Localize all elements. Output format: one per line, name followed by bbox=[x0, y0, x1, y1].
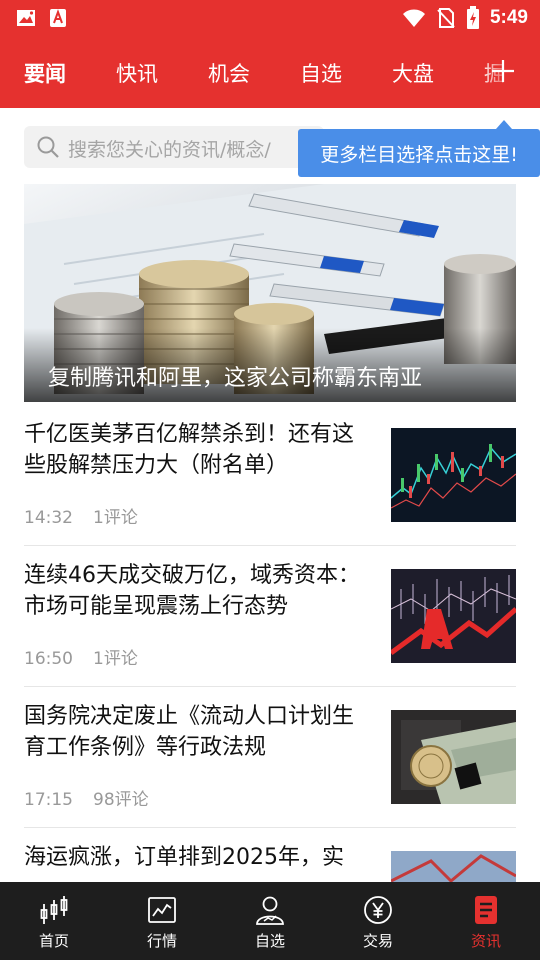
status-bar: 5:49 bbox=[0, 0, 540, 36]
yuan-icon bbox=[364, 896, 392, 924]
plus-icon[interactable] bbox=[488, 56, 518, 86]
news-title: 国务院决定废止《流动人口计划生育工作条例》等行政法规 bbox=[24, 704, 355, 760]
status-time: 5:49 bbox=[489, 7, 528, 28]
nav-label: 交易 bbox=[362, 932, 393, 950]
more-columns-tooltip[interactable]: 更多栏目选择点击这里! bbox=[298, 120, 540, 177]
wifi-icon bbox=[402, 9, 425, 27]
news-time: 17:15 bbox=[24, 790, 73, 810]
nav-label: 首页 bbox=[38, 932, 69, 950]
nav-home[interactable]: 首页 bbox=[0, 882, 108, 960]
news-item[interactable]: 国务院决定废止《流动人口计划生育工作条例》等行政法规 17:15 98评论 bbox=[24, 687, 516, 828]
nav-label: 资讯 bbox=[470, 932, 501, 950]
bottom-navigation: 首页 行情 自选 交易 资讯 bbox=[0, 882, 540, 960]
tooltip-text: 更多栏目选择点击这里! bbox=[320, 143, 518, 166]
news-thumbnail-stock-chart bbox=[391, 428, 516, 522]
news-comments: 98评论 bbox=[93, 790, 149, 810]
news-thumbnail-money bbox=[391, 710, 516, 804]
tab-jihui[interactable]: 机会 bbox=[208, 58, 250, 88]
nav-news[interactable]: 资讯 bbox=[432, 882, 540, 960]
news-comments: 1评论 bbox=[93, 649, 138, 669]
tab-dapan[interactable]: 大盘 bbox=[392, 58, 434, 88]
nav-market[interactable]: 行情 bbox=[108, 882, 216, 960]
tab-zixuan[interactable]: 自选 bbox=[300, 58, 342, 88]
news-time: 14:32 bbox=[24, 508, 73, 528]
image-notification-icon bbox=[17, 10, 35, 26]
search-icon bbox=[37, 136, 59, 158]
news-comments: 1评论 bbox=[93, 508, 138, 528]
category-tab-bar: 要闻 快讯 机会 自选 大盘 掘 bbox=[0, 36, 540, 108]
no-sim-icon bbox=[437, 8, 455, 28]
tab-kuaixun[interactable]: 快讯 bbox=[116, 58, 158, 88]
battery-charging-icon bbox=[466, 6, 479, 29]
nav-trade[interactable]: 交易 bbox=[324, 882, 432, 960]
candlestick-icon bbox=[40, 896, 68, 924]
search-input[interactable]: 搜索您关心的资讯/概念/ bbox=[24, 126, 324, 168]
news-time: 16:50 bbox=[24, 649, 73, 669]
news-meta: 14:32 1评论 bbox=[24, 503, 138, 528]
news-item[interactable]: 连续46天成交破万亿，域秀资本：市场可能呈现震荡上行态势 16:50 1评论 bbox=[24, 546, 516, 687]
nav-label: 自选 bbox=[254, 932, 285, 950]
news-title: 海运疯涨，订单排到2025年，实 bbox=[24, 845, 344, 870]
news-title: 连续46天成交破万亿，域秀资本：市场可能呈现震荡上行态势 bbox=[24, 563, 360, 619]
nav-label: 行情 bbox=[146, 932, 177, 950]
news-title: 千亿医美茅百亿解禁杀到！还有这些股解禁压力大（附名单） bbox=[24, 422, 355, 478]
hero-title: 复制腾讯和阿里，这家公司称霸东南亚 bbox=[48, 366, 423, 391]
tab-yaowen[interactable]: 要闻 bbox=[24, 58, 66, 88]
app-notification-icon bbox=[50, 9, 66, 27]
user-chart-icon bbox=[256, 896, 284, 925]
chart-icon bbox=[148, 897, 176, 923]
news-doc-icon bbox=[475, 896, 497, 924]
nav-watchlist[interactable]: 自选 bbox=[216, 882, 324, 960]
hero-banner[interactable]: 复制腾讯和阿里，这家公司称霸东南亚 bbox=[24, 184, 516, 402]
news-thumbnail-red-arrow bbox=[391, 569, 516, 663]
news-meta: 16:50 1评论 bbox=[24, 644, 138, 669]
news-item[interactable]: 千亿医美茅百亿解禁杀到！还有这些股解禁压力大（附名单） 14:32 1评论 bbox=[24, 405, 516, 546]
news-meta: 17:15 98评论 bbox=[24, 785, 149, 810]
search-placeholder: 搜索您关心的资讯/概念/ bbox=[68, 139, 271, 161]
